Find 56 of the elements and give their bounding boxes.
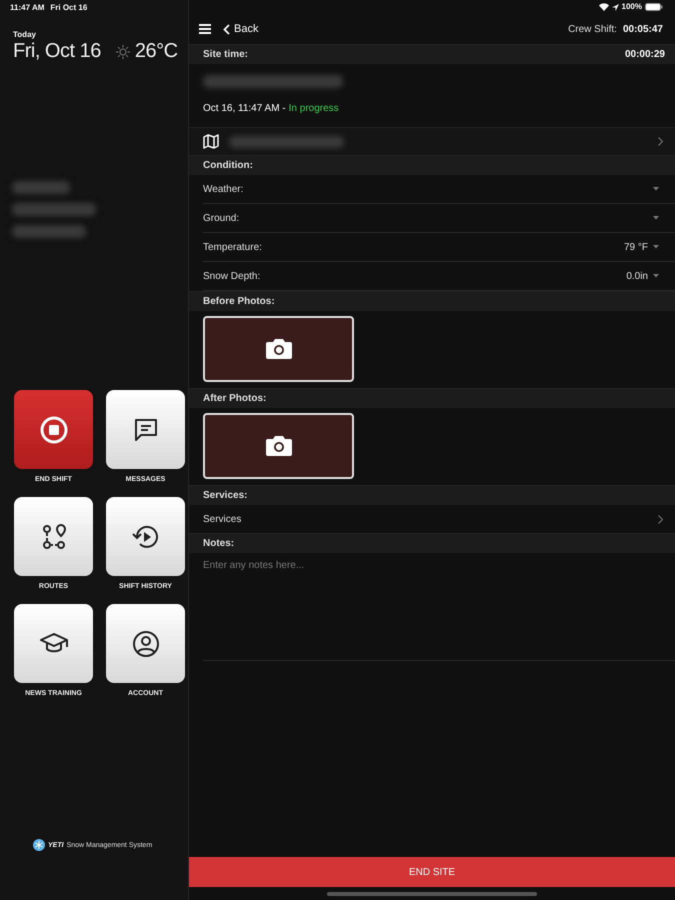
add-photo-button[interactable]	[203, 413, 354, 479]
dropdown-row[interactable]: Temperature: 79 °F	[203, 233, 675, 262]
location-icon	[612, 4, 619, 10]
field-label: Temperature:	[203, 242, 262, 252]
field-label: Snow Depth:	[203, 270, 260, 282]
menu-tile[interactable]	[106, 497, 185, 576]
field-label: Ground:	[203, 212, 240, 224]
today-label: Today	[13, 30, 37, 39]
section-title: Services:	[203, 490, 248, 501]
notes-field[interactable]: Enter any notes here...	[203, 553, 675, 661]
section-title: Notes:	[203, 538, 234, 549]
menu-tile[interactable]	[14, 390, 93, 469]
section-title: Condition:	[203, 160, 253, 171]
section-title: Before Photos:	[203, 296, 275, 307]
status-time: 11:47 AM	[10, 3, 44, 14]
status-date: Fri Oct 16	[50, 3, 88, 14]
field-value: 79 °F	[624, 242, 648, 252]
battery-percent: 100%	[622, 2, 642, 12]
menu-tile[interactable]	[14, 497, 93, 576]
back-button[interactable]: Back	[223, 23, 258, 35]
chevron-right-icon	[658, 514, 663, 524]
sun-icon	[114, 44, 131, 60]
dropdown-caret-icon	[653, 216, 659, 220]
temperature-text: 26°C	[134, 40, 178, 63]
dropdown-caret-icon	[653, 274, 659, 278]
chevron-right-icon	[658, 137, 663, 146]
status-text: In progress	[288, 103, 339, 114]
stop-icon	[38, 414, 70, 446]
menu-icon[interactable]	[199, 24, 211, 34]
field-label: Weather:	[203, 184, 244, 194]
start-time: Oct 16, 11:47 AM -	[203, 103, 286, 114]
camera-icon	[264, 434, 294, 458]
crew-shift-time: 00:05:47	[622, 24, 663, 34]
dropdown-row[interactable]: Ground:	[203, 204, 675, 233]
crew-shift-label: Crew Shift:	[568, 24, 617, 34]
chevron-left-icon	[223, 24, 230, 34]
field-value: 0.0in	[626, 270, 648, 282]
section-title: After Photos:	[203, 393, 266, 404]
menu-tile[interactable]	[14, 604, 93, 683]
battery-icon	[645, 3, 663, 11]
site-time-value: 00:00:29	[624, 49, 665, 60]
menu-tile[interactable]	[106, 604, 185, 683]
dropdown-row[interactable]: Weather:	[203, 175, 675, 204]
section-title: Site time:	[203, 49, 248, 60]
camera-icon	[264, 337, 294, 361]
services-row[interactable]: Services	[203, 505, 675, 533]
date-text: Fri, Oct 16	[13, 40, 101, 63]
dropdown-caret-icon	[653, 187, 659, 191]
end-site-button[interactable]: END SITE	[189, 857, 675, 887]
wifi-icon	[598, 3, 609, 11]
row-label: Services	[203, 514, 242, 524]
dropdown-caret-icon	[653, 245, 659, 249]
add-photo-button[interactable]	[203, 316, 354, 382]
snowflake-logo-icon	[33, 839, 45, 851]
menu-tile[interactable]	[106, 390, 185, 469]
map-icon	[203, 134, 219, 149]
